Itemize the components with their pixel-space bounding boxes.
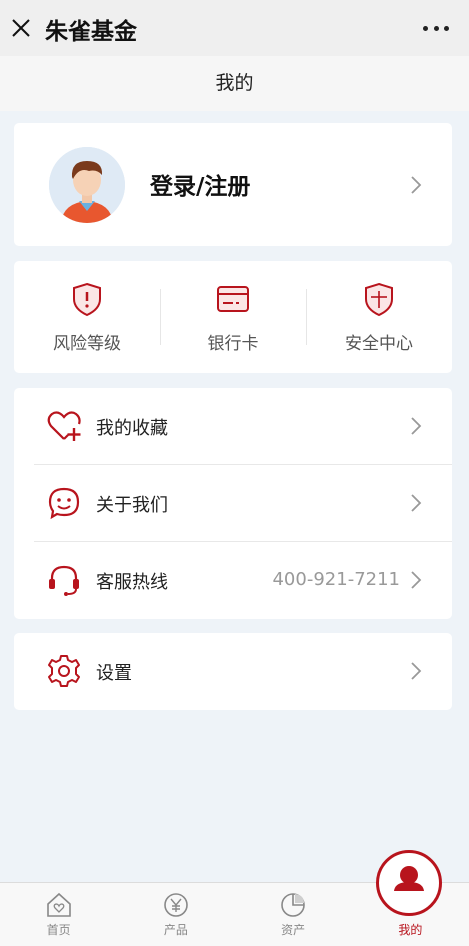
quick-label: 银行卡 bbox=[207, 334, 259, 354]
smile-icon bbox=[48, 487, 80, 520]
gear-icon bbox=[48, 655, 80, 687]
chevron-right-icon bbox=[411, 571, 422, 589]
tab-products[interactable]: 产品 bbox=[117, 883, 234, 946]
hotline-number: 400-921-7211 bbox=[272, 569, 400, 590]
tab-home[interactable]: 首页 bbox=[0, 883, 117, 946]
more-icon[interactable] bbox=[423, 16, 449, 40]
security-shield-icon bbox=[365, 282, 393, 317]
profile-card[interactable]: 登录/注册 bbox=[14, 123, 452, 246]
menu-item-settings[interactable]: 设置 bbox=[14, 633, 452, 710]
user-icon bbox=[394, 866, 424, 891]
menu-label: 设置 bbox=[96, 663, 132, 684]
close-icon[interactable] bbox=[10, 17, 32, 39]
login-register-button[interactable]: 登录/注册 bbox=[150, 167, 250, 201]
heart-plus-icon bbox=[47, 411, 81, 441]
menu-label: 我的收藏 bbox=[96, 418, 168, 439]
divider bbox=[160, 289, 161, 345]
quick-risk-level[interactable]: 风险等级 bbox=[14, 261, 160, 373]
divider bbox=[306, 289, 307, 345]
tab-me-active-indicator[interactable] bbox=[376, 850, 442, 916]
tab-label: 我的 bbox=[398, 923, 423, 937]
menu-item-favorites[interactable]: 我的收藏 bbox=[14, 388, 452, 465]
app-title: 朱雀基金 bbox=[45, 19, 137, 45]
chevron-right-icon bbox=[411, 417, 422, 435]
menu-item-hotline[interactable]: 客服热线 400-921-7211 bbox=[14, 542, 452, 619]
bank-card-icon bbox=[217, 286, 249, 312]
home-icon bbox=[46, 892, 71, 917]
yuan-icon bbox=[164, 893, 188, 917]
quick-label: 风险等级 bbox=[53, 334, 121, 354]
chevron-right-icon bbox=[411, 176, 422, 194]
tab-label: 资产 bbox=[281, 923, 306, 937]
top-bar: 朱雀基金 bbox=[0, 0, 469, 56]
menu-label: 关于我们 bbox=[96, 495, 168, 516]
tab-assets[interactable]: 资产 bbox=[235, 883, 352, 946]
pie-icon bbox=[281, 893, 305, 917]
tab-label: 首页 bbox=[46, 923, 71, 937]
quick-actions: 风险等级 银行卡 安全中心 bbox=[14, 261, 452, 373]
quick-security-center[interactable]: 安全中心 bbox=[306, 261, 452, 373]
headset-icon bbox=[49, 565, 79, 596]
menu-list: 我的收藏 关于我们 客服热线 400-921-7211 bbox=[14, 388, 452, 619]
quick-bank-card[interactable]: 银行卡 bbox=[160, 261, 306, 373]
avatar-icon bbox=[49, 147, 125, 223]
chevron-right-icon bbox=[411, 662, 422, 680]
risk-shield-icon bbox=[73, 282, 101, 317]
chevron-right-icon bbox=[411, 494, 422, 512]
menu-item-about[interactable]: 关于我们 bbox=[14, 465, 452, 542]
settings-card: 设置 bbox=[14, 633, 452, 710]
menu-label: 客服热线 bbox=[96, 572, 168, 593]
page-title: 我的 bbox=[0, 56, 469, 111]
tab-label: 产品 bbox=[163, 923, 188, 937]
quick-label: 安全中心 bbox=[345, 334, 413, 354]
